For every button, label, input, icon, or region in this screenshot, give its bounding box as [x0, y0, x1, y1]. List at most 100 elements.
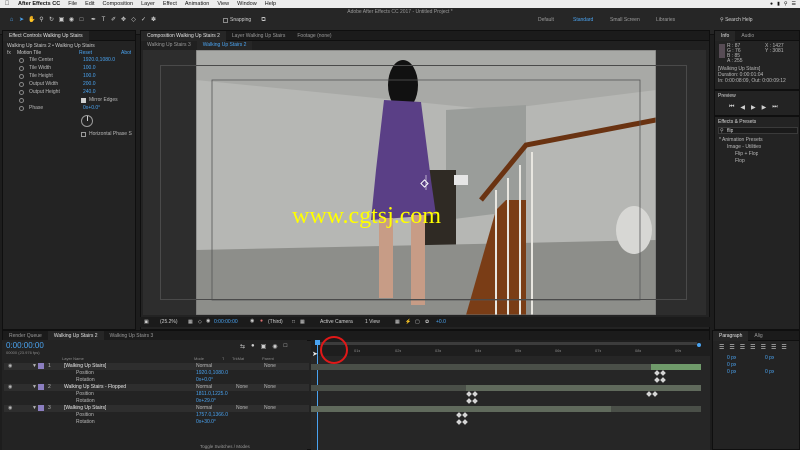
- keyframe[interactable]: [466, 398, 472, 404]
- tab-walking-up-stairs-2[interactable]: Walking Up Stairs 2: [47, 330, 104, 341]
- keyframe[interactable]: [652, 391, 658, 397]
- indent-right[interactable]: 0 px: [765, 355, 774, 361]
- selection-tool-icon[interactable]: ➤: [18, 17, 25, 24]
- time-ruler[interactable]: 01s 02s 03s 04s 05s 06s 07s 08s 09s: [311, 340, 710, 356]
- tab-align[interactable]: Alig: [748, 331, 768, 341]
- stopwatch-icon[interactable]: [19, 74, 24, 79]
- reset-link[interactable]: Reset: [79, 50, 92, 56]
- align-center-icon[interactable]: ☰: [729, 344, 734, 351]
- snap-target-icon[interactable]: ⧉: [260, 17, 267, 24]
- param-value[interactable]: 1920.0,1080.0: [83, 57, 115, 63]
- tab-info[interactable]: Info: [715, 30, 736, 41]
- layer-name[interactable]: Walking Up Stairs - Flopped: [64, 384, 126, 390]
- stopwatch-icon[interactable]: [19, 98, 24, 103]
- snapping-checkbox[interactable]: [223, 18, 228, 23]
- param-value[interactable]: 240.0: [83, 89, 96, 95]
- workspace-libraries[interactable]: Libraries: [656, 17, 675, 23]
- prop-value[interactable]: 0x+29.0°: [196, 398, 216, 404]
- always-preview-icon[interactable]: ▣: [144, 319, 149, 325]
- color-channel-icon[interactable]: ●: [260, 318, 263, 324]
- resolution-dropdown[interactable]: (Third): [268, 319, 283, 325]
- frame-blending-icon[interactable]: ▣: [261, 343, 267, 350]
- layer-track-3-tail[interactable]: [611, 406, 701, 412]
- justify-all-icon[interactable]: ☰: [781, 344, 786, 351]
- layer-row-3[interactable]: ◉ ▼ 3 [Walking Up Stairs] Normal None No…: [4, 405, 309, 412]
- prev-frame-icon[interactable]: ◀: [740, 104, 745, 111]
- visibility-icon[interactable]: ◉: [8, 384, 12, 390]
- about-link[interactable]: Abot: [121, 50, 131, 56]
- prop-value[interactable]: 0x+30.0°: [196, 419, 216, 425]
- roto-brush-icon[interactable]: ✓: [140, 17, 147, 24]
- motion-blur-icon[interactable]: ◉: [272, 343, 277, 350]
- tab-footage[interactable]: Footage (none): [291, 31, 337, 41]
- layer-name[interactable]: [Walking Up Stairs]: [64, 363, 106, 369]
- menu-help[interactable]: Help: [261, 1, 280, 7]
- param-value[interactable]: 200.0: [83, 81, 96, 87]
- exposure-value[interactable]: +0.0: [436, 319, 446, 325]
- pen-tool-icon[interactable]: ✒: [90, 17, 97, 24]
- tab-render-queue[interactable]: Render Queue: [3, 331, 48, 341]
- workspace-small-screen[interactable]: Small Screen: [610, 17, 640, 23]
- playhead-handle[interactable]: [315, 340, 320, 345]
- mask-visibility-icon[interactable]: ◇: [198, 319, 202, 325]
- snapshot-icon[interactable]: ◉: [206, 318, 210, 324]
- layer-name[interactable]: [Walking Up Stairs]: [64, 405, 106, 411]
- battery-icon[interactable]: ▮: [777, 1, 780, 7]
- hide-shy-icon[interactable]: ●: [251, 343, 255, 350]
- col-layer-name[interactable]: Layer Name: [62, 356, 84, 361]
- search-help-field[interactable]: ⚲ Search Help: [720, 17, 800, 23]
- keyframe[interactable]: [472, 391, 478, 397]
- indent-left[interactable]: 0 px: [727, 355, 736, 361]
- tab-composition[interactable]: Composition Walking Up Stairs 2: [141, 30, 226, 41]
- stopwatch-icon[interactable]: [19, 82, 24, 87]
- apple-icon[interactable]: : [0, 1, 14, 7]
- justify-left-icon[interactable]: ☰: [750, 344, 755, 351]
- search-icon[interactable]: ⚲: [784, 1, 788, 7]
- layer-mode[interactable]: Normal: [196, 384, 212, 390]
- menu-composition[interactable]: Composition: [99, 1, 138, 7]
- rotate-tool-icon[interactable]: ↻: [48, 17, 55, 24]
- tab-audio[interactable]: Audio: [735, 31, 760, 41]
- param-value[interactable]: 100.0: [83, 65, 96, 71]
- timeline-tracks[interactable]: 01s 02s 03s 04s 05s 06s 07s 08s 09s: [311, 340, 710, 450]
- tab-layer[interactable]: Layer Walking Up Stairs: [226, 31, 291, 41]
- camera-dropdown[interactable]: Active Camera: [320, 319, 353, 325]
- layer-trkmat[interactable]: None: [236, 384, 248, 390]
- menu-view[interactable]: View: [213, 1, 233, 7]
- menu-window[interactable]: Window: [233, 1, 261, 7]
- tree-item-flop[interactable]: Flop: [735, 158, 745, 164]
- layer-row-2[interactable]: ◉ ▼ 2 Walking Up Stairs - Flopped Normal…: [4, 384, 309, 391]
- prop-value[interactable]: 1811.0,1225.0: [196, 391, 228, 397]
- param-value[interactable]: 0x+0.0°: [83, 105, 100, 111]
- prop-value[interactable]: 1757.0,1366.0: [196, 412, 228, 418]
- param-value[interactable]: 100.0: [83, 73, 96, 79]
- space-before[interactable]: 0 px: [727, 369, 736, 375]
- justify-center-icon[interactable]: ☰: [761, 344, 766, 351]
- label-color[interactable]: [38, 363, 44, 369]
- toggle-pixel-icon[interactable]: ▦: [395, 319, 400, 325]
- next-frame-icon[interactable]: ▶: [762, 104, 767, 111]
- home-icon[interactable]: ⌂: [8, 17, 15, 24]
- fast-preview-icon[interactable]: ⚡: [405, 319, 411, 325]
- brush-tool-icon[interactable]: ✐: [110, 17, 117, 24]
- toggle-switches-modes[interactable]: Toggle Switches / Modes: [200, 444, 250, 449]
- expand-arrow-icon[interactable]: ▼: [32, 405, 37, 411]
- prop-value[interactable]: 1920.0,1080.0: [196, 370, 228, 376]
- roi-icon[interactable]: □: [292, 319, 295, 325]
- menu-layer[interactable]: Layer: [137, 1, 159, 7]
- workspace-default[interactable]: Default: [538, 17, 554, 23]
- keyframe[interactable]: [654, 377, 660, 383]
- wifi-icon[interactable]: ●: [770, 1, 773, 7]
- menu-app[interactable]: After Effects CC: [14, 1, 64, 7]
- mirror-edges-checkbox[interactable]: [81, 98, 86, 103]
- type-tool-icon[interactable]: T: [100, 17, 107, 24]
- zoom-tool-icon[interactable]: ⚲: [38, 17, 45, 24]
- col-trkmat[interactable]: TrkMat: [232, 356, 244, 361]
- fx-icon[interactable]: fx: [7, 50, 11, 56]
- keyframe[interactable]: [456, 419, 462, 425]
- menu-file[interactable]: File: [64, 1, 81, 7]
- transparency-grid-icon[interactable]: ▦: [300, 319, 305, 325]
- draft-3d-icon[interactable]: ⇆: [240, 343, 245, 350]
- col-parent[interactable]: Parent: [262, 356, 274, 361]
- tab-paragraph[interactable]: Paragraph: [713, 330, 749, 341]
